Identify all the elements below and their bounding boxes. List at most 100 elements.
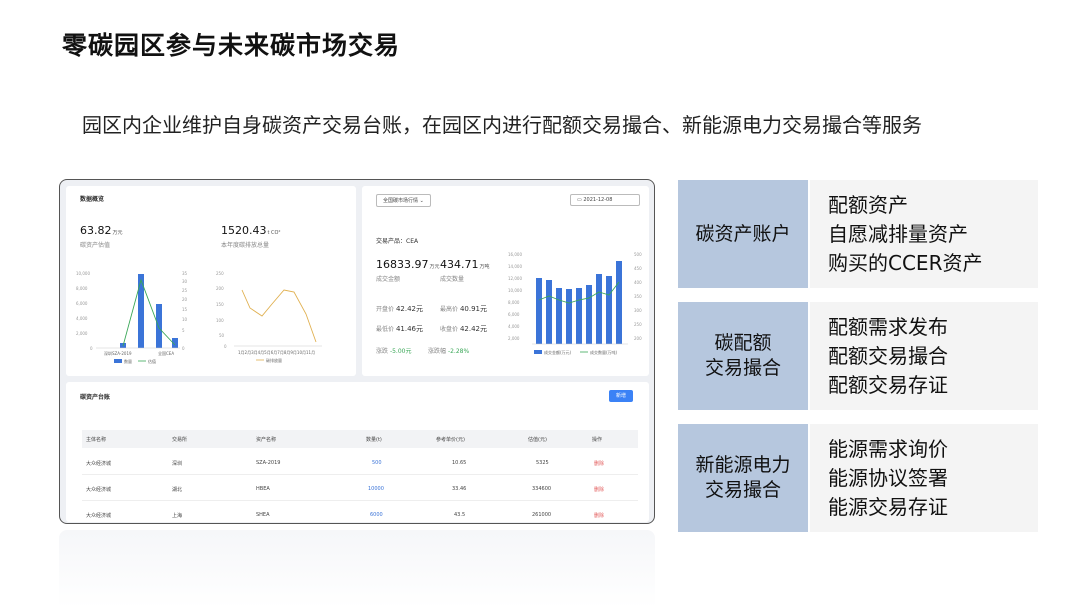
svg-text:100: 100 [216,318,224,323]
service-label-energy-matching: 新能源电力 交易撮合 [678,424,808,532]
table-header [82,430,638,448]
svg-text:450: 450 [634,266,642,271]
service-item: 配额交易存证 [828,372,948,397]
market-bar-2 [546,280,552,344]
market-quote-card: 全国碳市场行情 ⌄ ▭ 2021-12-08 交易产品：CEA 16833.97… [362,186,649,376]
svg-text:12,000: 12,000 [508,276,522,281]
svg-text:150: 150 [216,302,224,307]
table-cell: 湖北 [172,487,183,493]
table-cell: 500 [372,460,382,466]
table-cell: 大众经济城 [86,461,112,467]
screenshot-reflection [59,530,655,608]
delete-link[interactable]: 删除 [594,486,604,493]
table-cell: 深圳 [172,461,183,467]
svg-text:深圳SZA-2019: 深圳SZA-2019 [104,350,132,356]
svg-text:300: 300 [634,308,642,313]
svg-text:400: 400 [634,280,642,285]
column-header: 主体名称 [86,437,107,443]
svg-text:0: 0 [224,344,227,349]
svg-text:估值: 估值 [148,358,156,364]
column-header: 参考单价(元) [436,437,465,443]
market-select[interactable]: 全国碳市场行情 ⌄ [376,194,431,207]
service-item: 购买的CCER资产 [828,250,983,275]
column-header: 资产名称 [256,437,277,443]
table-cell: 33.46 [452,486,467,492]
market-bar-3 [556,288,562,344]
dashboard-screenshot: 数据概览 63.82万元 碳资产估值 1520.43t CO² 本年度碳排放总量… [59,179,655,524]
svg-text:1月2月3月4月5月6月7月8月9月10月11月: 1月2月3月4月5月6月7月8月9月10月11月 [238,350,315,355]
column-header: 估值(元) [528,437,547,443]
table-cell: 10000 [368,486,384,492]
delete-link[interactable]: 删除 [594,512,604,519]
open-price: 开盘价 42.42元 [376,305,423,313]
service-label-carbon-account: 碳资产账户 [678,180,808,288]
delete-link[interactable]: 删除 [594,460,604,467]
market-bar-4 [566,289,572,344]
svg-text:8,000: 8,000 [76,286,88,291]
valuation-line [122,278,176,347]
svg-text:200: 200 [634,336,642,341]
svg-text:6,000: 6,000 [76,301,88,306]
svg-text:6,000: 6,000 [508,312,520,317]
turnover-label: 成交金额 [376,276,401,283]
svg-text:16,000: 16,000 [508,252,522,257]
market-bar-9 [616,261,622,344]
service-item: 配额需求发布 [828,314,948,339]
svg-text:10,000: 10,000 [76,271,90,276]
add-button[interactable]: 新增 [609,390,633,402]
svg-text:350: 350 [634,294,642,299]
service-item: 能源交易存证 [828,494,948,519]
svg-text:10: 10 [182,317,188,322]
svg-text:250: 250 [634,322,642,327]
carbon-asset-ledger-card: 碳资产台账 新增 主体名称 交易所 资产名称 数量(t) 参考单价(元) 估值(… [66,382,649,522]
svg-text:2,000: 2,000 [76,331,88,336]
volume: 434.71万吨 [440,258,490,271]
ledger-title: 碳资产台账 [80,394,111,401]
market-bar-1 [536,278,542,344]
market-bar-7 [596,274,602,344]
svg-text:0: 0 [182,346,185,351]
page-subtitle: 园区内企业维护自身碳资产交易台账，在园区内进行配额交易撮合、新能源电力交易撮合等… [82,113,922,137]
market-bar-6 [586,285,592,344]
asset-value: 63.82万元 [80,224,123,237]
svg-text:250: 250 [216,271,224,276]
date-picker[interactable]: ▭ 2021-12-08 [570,194,640,206]
column-header: 交易所 [172,437,188,443]
table-cell: 5325 [536,460,549,466]
svg-text:成交数量(万吨): 成交数量(万吨) [590,349,618,355]
svg-text:8,000: 8,000 [508,300,520,305]
table-cell: 334600 [532,486,552,492]
emission-total: 1520.43t CO² [221,224,281,237]
market-combo-chart: 16,000 14,000 12,000 10,000 8,000 6,000 4,00… [508,252,642,355]
overview-title: 数据概览 [80,196,105,203]
table-cell: 10.65 [452,460,467,466]
svg-text:20: 20 [182,297,188,302]
svg-text:14,000: 14,000 [508,264,522,269]
svg-text:数量: 数量 [124,358,132,364]
close-price: 收盘价 42.42元 [440,325,487,333]
product-label: 交易产品：CEA [376,238,419,245]
column-header: 数量(t) [366,437,382,443]
table-cell: 261000 [532,512,552,518]
svg-text:50: 50 [219,333,225,338]
svg-text:2,000: 2,000 [508,336,520,341]
service-list-carbon-account: 配额资产 自愿减排量资产 购买的CCER资产 [810,180,1038,288]
data-overview-card: 数据概览 63.82万元 碳资产估值 1520.43t CO² 本年度碳排放总量… [66,186,356,376]
bar-3 [156,304,162,348]
emission-label: 本年度碳排放总量 [221,242,270,249]
svg-text:碳排放量: 碳排放量 [266,357,282,363]
service-item: 能源需求询价 [828,436,948,461]
svg-text:成交金额(万元): 成交金额(万元) [544,349,572,355]
table-cell: SZA-2019 [256,460,281,466]
high-price: 最高价 40.91元 [440,305,487,313]
price-change-pct: 涨跌幅 -2.28% [428,348,470,355]
table-cell: 大众经济城 [86,513,112,519]
chevron-down-icon: ⌄ [419,198,424,204]
service-item: 配额交易撮合 [828,343,948,368]
table-cell: 大众经济城 [86,487,112,493]
service-list-quota-matching: 配额需求发布 配额交易撮合 配额交易存证 [810,302,1038,410]
service-item: 自愿减排量资产 [828,221,968,246]
market-bar-5 [576,288,582,344]
svg-text:全国CEA: 全国CEA [158,350,174,356]
table-cell: 上海 [172,513,183,519]
